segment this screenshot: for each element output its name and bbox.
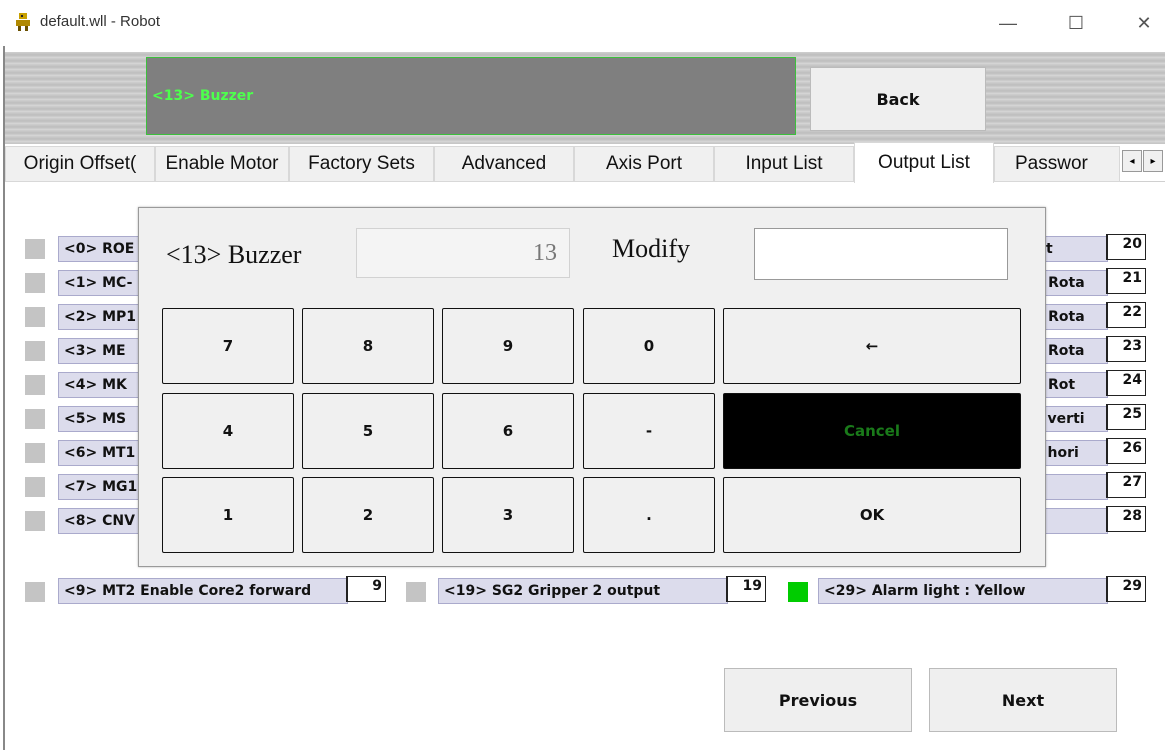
current-value-display: 13 [356, 228, 570, 278]
tab-scroll-left-icon[interactable]: ◂ [1122, 150, 1142, 172]
key-6-button[interactable]: 6 [442, 393, 574, 469]
tab-origin-offset[interactable]: Origin Offset( [5, 146, 155, 182]
output-number-28: 28 [1106, 506, 1146, 532]
tab-axis-port[interactable]: Axis Port [574, 146, 714, 182]
dialog-title: <13> Buzzer [166, 240, 302, 269]
output-indicator-1 [25, 273, 45, 293]
output-number-26: 26 [1106, 438, 1146, 464]
output-number-22: 22 [1106, 302, 1146, 328]
key-8-button[interactable]: 8 [302, 308, 434, 384]
output-number-20: 20 [1106, 234, 1146, 260]
cancel-button[interactable]: Cancel [723, 393, 1021, 469]
close-button[interactable]: ✕ [1121, 0, 1167, 46]
output-indicator-8 [25, 511, 45, 531]
key-9-button[interactable]: 9 [442, 308, 574, 384]
key-3-button[interactable]: 3 [442, 477, 574, 553]
output-indicator-0 [25, 239, 45, 259]
output-indicator-5 [25, 409, 45, 429]
key-2-button[interactable]: 2 [302, 477, 434, 553]
tab-enable-motor[interactable]: Enable Motor [155, 146, 289, 182]
output-number-23: 23 [1106, 336, 1146, 362]
minimize-button[interactable]: — [985, 0, 1031, 46]
back-button[interactable]: Back [810, 67, 986, 131]
ok-button[interactable]: OK [723, 477, 1021, 553]
output-indicator-4 [25, 375, 45, 395]
key-7-button[interactable]: 7 [162, 308, 294, 384]
modify-label: Modify [612, 234, 690, 263]
key-5-button[interactable]: 5 [302, 393, 434, 469]
window-title: default.wll - Robot [40, 13, 161, 30]
tab-factory-sets[interactable]: Factory Sets [289, 146, 434, 182]
output-number-21: 21 [1106, 268, 1146, 294]
backspace-button[interactable]: ← [723, 308, 1021, 384]
output-indicator-2 [25, 307, 45, 327]
output-number-24: 24 [1106, 370, 1146, 396]
tab-input-list[interactable]: Input List [714, 146, 854, 182]
output-number-27: 27 [1106, 472, 1146, 498]
output-number-25: 25 [1106, 404, 1146, 430]
maximize-button[interactable]: ☐ [1053, 0, 1099, 46]
output-indicator-19 [406, 582, 426, 602]
tab-output-list[interactable]: Output List [854, 142, 994, 183]
robot-app-icon [14, 12, 32, 32]
tab-advanced[interactable]: Advanced [434, 146, 574, 182]
output-indicator-29 [788, 582, 808, 602]
output-number-29: 29 [1106, 576, 1146, 602]
tab-password[interactable]: Passwor [994, 146, 1120, 182]
previous-button[interactable]: Previous [724, 668, 912, 732]
decimal-point-button[interactable]: . [583, 477, 715, 553]
tab-scroll-right-icon[interactable]: ▸ [1143, 150, 1163, 172]
output-number-9: 9 [346, 576, 386, 602]
output-indicator-3 [25, 341, 45, 361]
next-button[interactable]: Next [929, 668, 1117, 732]
output-label-19[interactable]: <19> SG2 Gripper 2 output [438, 578, 728, 604]
output-indicator-7 [25, 477, 45, 497]
output-label-29[interactable]: <29> Alarm light : Yellow [818, 578, 1108, 604]
output-indicator-9 [25, 582, 45, 602]
key-0-button[interactable]: 0 [583, 308, 715, 384]
modify-input[interactable] [754, 228, 1008, 280]
output-number-19: 19 [726, 576, 766, 602]
status-display-text: <13> Buzzer [152, 88, 254, 104]
output-label-9[interactable]: <9> MT2 Enable Core2 forward [58, 578, 348, 604]
key-1-button[interactable]: 1 [162, 477, 294, 553]
output-indicator-6 [25, 443, 45, 463]
key-4-button[interactable]: 4 [162, 393, 294, 469]
minus-button[interactable]: - [583, 393, 715, 469]
